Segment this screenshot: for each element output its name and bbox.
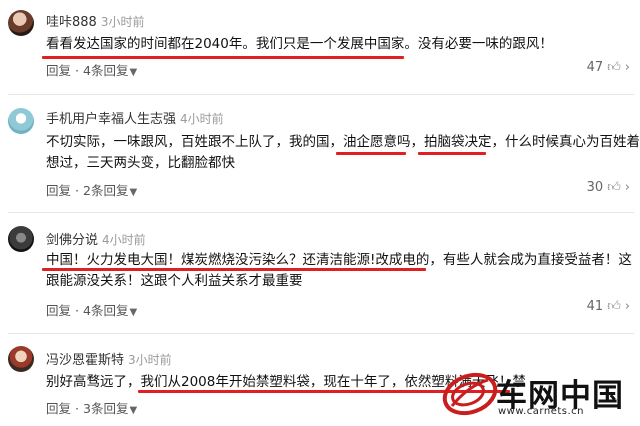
- thumbs-up-icon[interactable]: 👍︎: [607, 60, 621, 75]
- separator: ·: [75, 63, 79, 78]
- highlight-underline: [418, 152, 486, 155]
- chevron-down-icon[interactable]: ▼: [129, 67, 137, 78]
- comment-username[interactable]: 手机用户幸福人生志强 4小时前: [46, 108, 224, 127]
- separator: ·: [75, 401, 79, 416]
- comment-username[interactable]: 剑佛分说 4小时前: [46, 229, 146, 248]
- watermark: 车网中国 www.carnets.cn: [438, 366, 634, 422]
- carnet-logo-icon: [442, 372, 498, 416]
- like-control[interactable]: 30 👍︎ ›: [587, 180, 630, 195]
- thumbs-up-icon[interactable]: 👍︎: [607, 299, 621, 314]
- avatar[interactable]: [8, 226, 34, 252]
- highlight-underline: [42, 56, 404, 59]
- highlight-underline: [336, 152, 406, 155]
- reply-button[interactable]: 回复: [46, 63, 71, 78]
- replies-link[interactable]: 2条回复: [83, 183, 128, 198]
- username-text[interactable]: 手机用户幸福人生志强: [46, 112, 176, 127]
- divider: [8, 333, 634, 334]
- comment-time: 4小时前: [102, 233, 146, 247]
- comment-actions: 回复 · 4条回复▼: [46, 300, 137, 319]
- comment-text-line: 想过，三天两头变，比翻脸都快: [46, 155, 235, 171]
- replies-link[interactable]: 3条回复: [83, 401, 128, 416]
- separator: ·: [75, 183, 79, 198]
- username-text[interactable]: 剑佛分说: [46, 233, 98, 248]
- replies-link[interactable]: 4条回复: [83, 303, 128, 318]
- comment-actions: 回复 · 3条回复▼: [46, 398, 137, 417]
- like-control[interactable]: 47 👍︎ ›: [587, 60, 630, 75]
- comment-time: 3小时前: [100, 15, 145, 29]
- like-count: 30: [586, 180, 604, 195]
- divider: [8, 94, 634, 95]
- like-control[interactable]: 41 👍︎ ›: [587, 299, 630, 314]
- comment-actions: 回复 · 4条回复▼: [46, 60, 137, 79]
- comment-time: 3小时前: [128, 353, 172, 367]
- like-count: 47: [586, 60, 604, 75]
- comment-text: 看看发达国家的时间都在2040年。我们只是一个发展中国家。没有必要一味的跟风！: [46, 34, 636, 55]
- thumbs-up-icon[interactable]: 👍︎: [607, 180, 621, 195]
- chevron-right-icon[interactable]: ›: [625, 60, 630, 75]
- separator: ·: [75, 303, 79, 318]
- reply-button[interactable]: 回复: [46, 401, 71, 416]
- comment-text-line: 不切实际，一味跟风，百姓跟不上队了，我的国，油企愿意吗，拍脑袋决定，什么时候真心…: [46, 134, 640, 150]
- chevron-down-icon[interactable]: ▼: [129, 187, 137, 198]
- divider: [8, 212, 634, 213]
- reply-button[interactable]: 回复: [46, 303, 71, 318]
- comment-text-line: 跟能源没关系！这跟个人利益关系才最重要: [46, 273, 303, 289]
- chevron-down-icon[interactable]: ▼: [129, 405, 137, 416]
- reply-button[interactable]: 回复: [46, 183, 71, 198]
- username-text[interactable]: 哇咔888: [46, 15, 97, 30]
- highlight-underline: [42, 268, 426, 271]
- chevron-right-icon[interactable]: ›: [625, 180, 630, 195]
- watermark-url: www.carnets.cn: [498, 406, 584, 417]
- avatar[interactable]: [8, 10, 34, 36]
- username-text[interactable]: 冯沙恩霍斯特: [46, 353, 124, 368]
- comment-text: 中国！火力发电大国！煤炭燃烧没污染么？还清洁能源!改成电的，有些人就会成为直接受…: [46, 250, 636, 292]
- comment-actions: 回复 · 2条回复▼: [46, 180, 137, 199]
- avatar[interactable]: [8, 346, 34, 372]
- chevron-right-icon[interactable]: ›: [625, 299, 630, 314]
- replies-link[interactable]: 4条回复: [83, 63, 128, 78]
- avatar[interactable]: [8, 108, 34, 134]
- comment-username[interactable]: 冯沙恩霍斯特 3小时前: [46, 349, 172, 368]
- chevron-down-icon[interactable]: ▼: [129, 307, 137, 318]
- comment-text-line: 看看发达国家的时间都在2040年。我们只是一个发展中国家。没有必要一味的跟风！: [46, 36, 553, 52]
- like-count: 41: [586, 299, 604, 314]
- comment-time: 4小时前: [180, 112, 224, 126]
- comment-username[interactable]: 哇咔888 3小时前: [46, 11, 144, 30]
